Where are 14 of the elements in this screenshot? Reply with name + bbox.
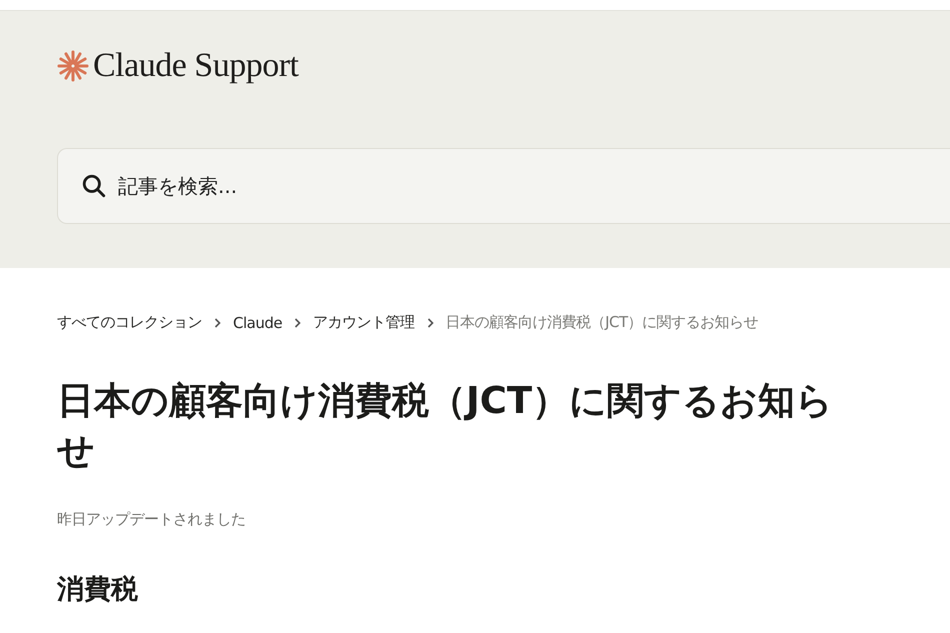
chevron-right-icon: [426, 318, 434, 328]
chevron-right-icon: [294, 318, 302, 328]
updated-text: 昨日アップデートされました: [57, 510, 246, 529]
breadcrumb-link[interactable]: すべてのコレクション: [57, 313, 202, 332]
sparkle-logo-icon: [57, 50, 89, 82]
breadcrumb-current: 日本の顧客向け消費税（JCT）に関するお知らせ: [446, 313, 758, 332]
breadcrumb-link[interactable]: アカウント管理: [313, 313, 415, 332]
chevron-right-icon: [214, 318, 221, 328]
section-heading: 消費税: [57, 573, 139, 607]
logo-text[interactable]: Claude Support: [93, 47, 298, 85]
article-title: 日本の顧客向け消費税（JCT）に関するお知らせ: [57, 378, 834, 474]
breadcrumb-link[interactable]: Claude: [233, 314, 282, 332]
search-icon: [81, 173, 107, 199]
search-field[interactable]: 記事を検索...: [57, 148, 950, 224]
